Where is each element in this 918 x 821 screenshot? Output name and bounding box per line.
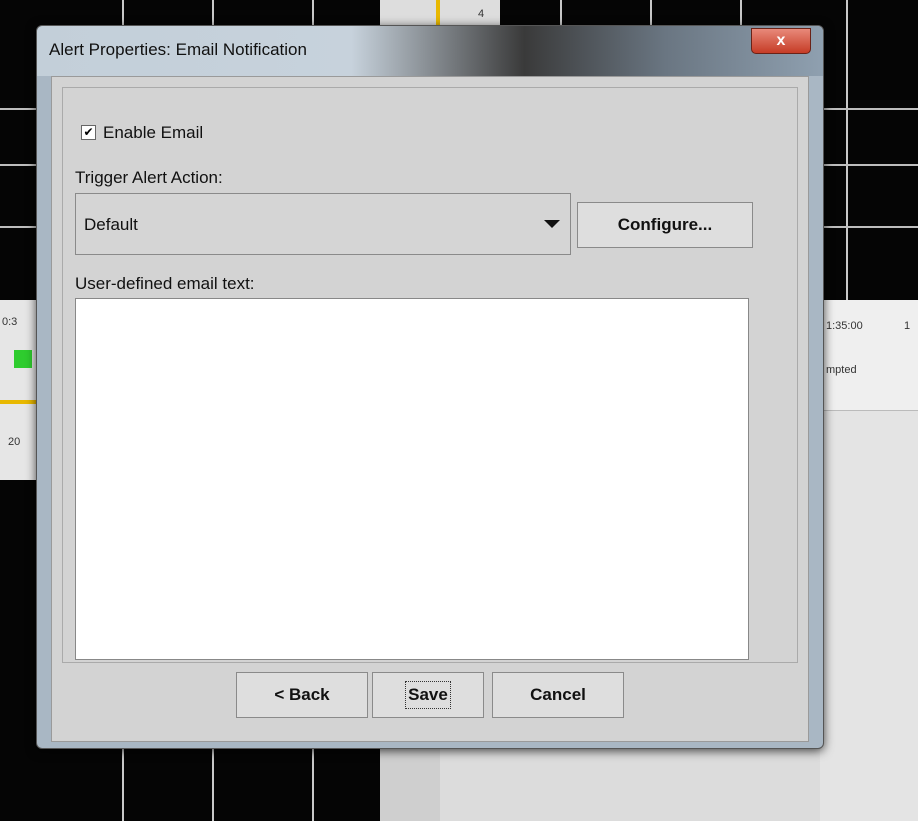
background-tab-label: 4 <box>478 8 485 20</box>
dialog-titlebar[interactable]: Alert Properties: Email Notification x <box>37 26 823 76</box>
background-time-label: 0:3 <box>2 316 18 328</box>
background-status-label: mpted <box>826 364 857 376</box>
trigger-alert-action-value: Default <box>84 215 138 234</box>
dialog-title: Alert Properties: Email Notification <box>49 40 307 59</box>
email-text-area[interactable] <box>75 298 749 660</box>
background-timeline-strip <box>820 300 918 411</box>
back-button[interactable]: < Back <box>236 672 368 718</box>
cancel-button[interactable]: Cancel <box>492 672 624 718</box>
configure-button[interactable]: Configure... <box>577 202 753 248</box>
close-button[interactable]: x <box>751 28 811 54</box>
check-icon: ✔ <box>83 125 94 139</box>
save-button-label: Save <box>405 681 451 709</box>
trigger-alert-action-label: Trigger Alert Action: <box>75 168 223 187</box>
dialog-content: ✔ Enable Email Trigger Alert Action: Def… <box>51 76 809 742</box>
settings-panel: ✔ Enable Email Trigger Alert Action: Def… <box>62 87 798 663</box>
email-text-label: User-defined email text: <box>75 274 255 293</box>
chevron-down-icon[interactable] <box>544 220 560 228</box>
enable-email-checkbox[interactable]: ✔ <box>81 125 96 140</box>
background-time-label: 1:35:00 <box>826 320 863 332</box>
trigger-alert-action-select[interactable]: Default <box>75 193 571 255</box>
alert-properties-dialog: Alert Properties: Email Notification x ✔… <box>36 25 824 749</box>
enable-email-label[interactable]: Enable Email <box>103 123 203 143</box>
background-panel <box>380 745 440 821</box>
save-button[interactable]: Save <box>372 672 484 718</box>
background-marker <box>0 400 38 404</box>
close-icon: x <box>776 32 786 49</box>
background-value-label: 20 <box>8 436 21 448</box>
background-time-label: 1 <box>904 320 911 332</box>
status-indicator <box>14 350 32 368</box>
